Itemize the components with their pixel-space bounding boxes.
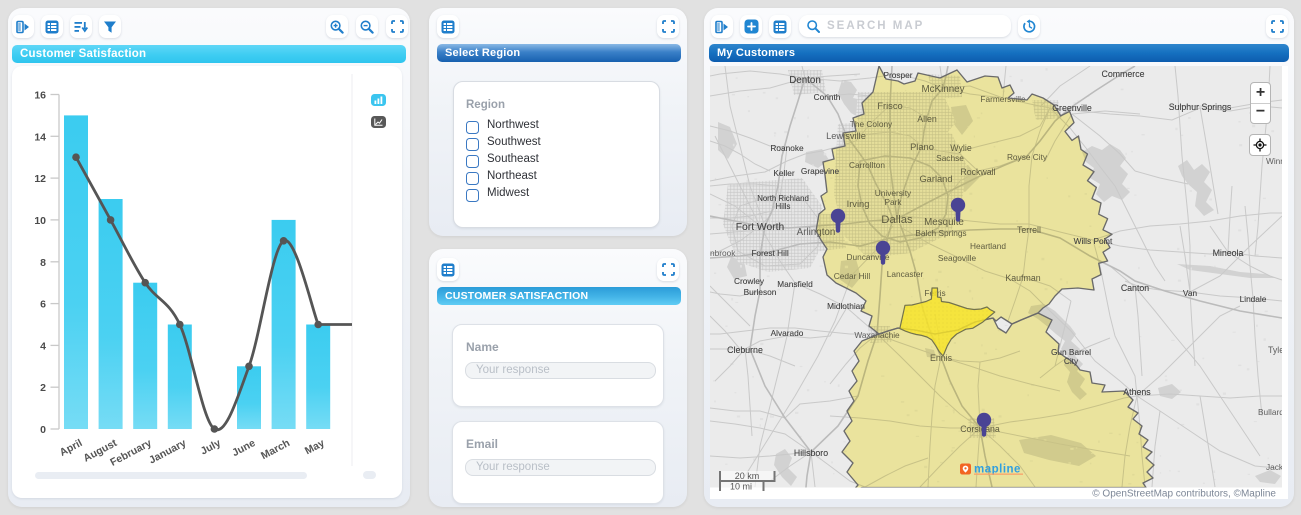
svg-text:March: March — [259, 437, 292, 462]
svg-text:July: July — [199, 437, 223, 458]
svg-text:Greenville: Greenville — [1052, 103, 1092, 113]
svg-text:Crowley: Crowley — [734, 276, 765, 286]
svg-text:Midlothian: Midlothian — [827, 301, 865, 311]
svg-text:June: June — [230, 437, 257, 459]
svg-text:Cleburne: Cleburne — [727, 345, 763, 355]
svg-text:nbrook: nbrook — [710, 248, 736, 258]
svg-text:Commerce: Commerce — [1101, 69, 1144, 79]
svg-text:10: 10 — [34, 215, 46, 227]
svg-text:16: 16 — [34, 90, 46, 102]
svg-text:Wills Point: Wills Point — [1074, 236, 1113, 246]
svg-text:14: 14 — [34, 131, 46, 143]
svg-text:Jack: Jack — [1266, 462, 1284, 472]
svg-text:0: 0 — [40, 424, 46, 436]
svg-text:Canton: Canton — [1121, 283, 1149, 293]
svg-text:Mineola: Mineola — [1213, 248, 1244, 258]
svg-text:Lindale: Lindale — [1240, 294, 1267, 304]
svg-text:Burleson: Burleson — [744, 287, 777, 297]
svg-text:Keller: Keller — [773, 168, 794, 178]
svg-text:Corinth: Corinth — [814, 92, 841, 102]
svg-text:Mansfield: Mansfield — [777, 279, 813, 289]
svg-text:Roanoke: Roanoke — [770, 143, 804, 153]
svg-text:2: 2 — [40, 382, 46, 394]
svg-text:10 mi: 10 mi — [730, 482, 752, 492]
svg-text:Van: Van — [1183, 288, 1198, 298]
svg-text:Grapevine: Grapevine — [801, 166, 840, 176]
svg-text:© OpenStreetMap contributors,: © OpenStreetMap contributors, ©Mapline — [1092, 489, 1276, 500]
svg-text:8: 8 — [40, 257, 46, 269]
svg-text:City: City — [1064, 356, 1079, 366]
svg-text:May: May — [303, 437, 327, 457]
svg-text:Sulphur Springs: Sulphur Springs — [1169, 102, 1232, 112]
svg-text:Alvarado: Alvarado — [771, 328, 804, 338]
svg-text:4: 4 — [40, 340, 46, 352]
svg-text:20 km: 20 km — [735, 471, 760, 481]
svg-text:Athens: Athens — [1123, 387, 1151, 397]
svg-text:Prosper: Prosper — [883, 70, 912, 80]
svg-text:Forest Hill: Forest Hill — [751, 248, 788, 258]
svg-text:January: January — [147, 437, 188, 467]
svg-text:Fort Worth: Fort Worth — [736, 222, 785, 233]
svg-text:Hills: Hills — [776, 202, 791, 211]
svg-text:6: 6 — [40, 299, 46, 311]
svg-text:Denton: Denton — [789, 75, 821, 86]
svg-text:Hillsboro: Hillsboro — [794, 448, 828, 458]
svg-text:April: April — [58, 437, 85, 459]
svg-text:12: 12 — [34, 173, 46, 185]
svg-text:Bullard: Bullard — [1258, 407, 1284, 417]
